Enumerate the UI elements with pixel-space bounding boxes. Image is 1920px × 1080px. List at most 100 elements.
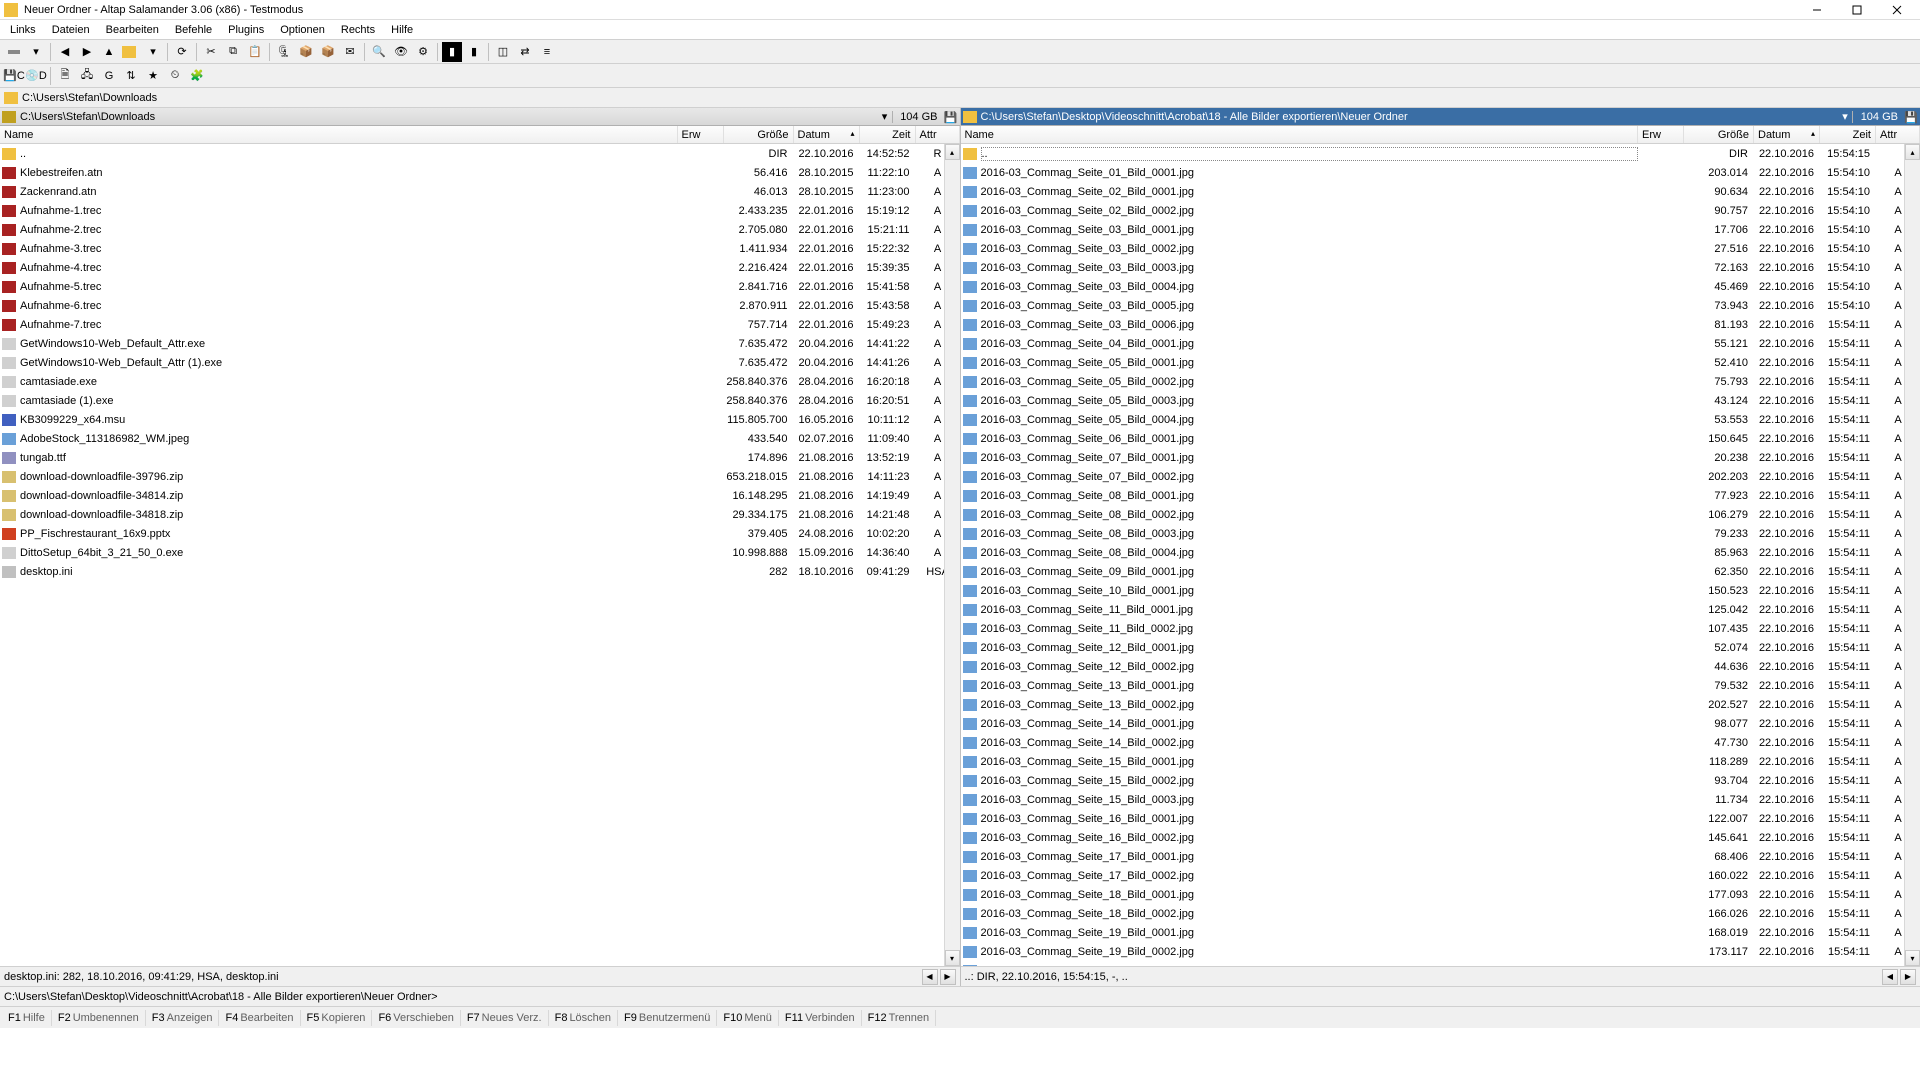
tb-back-icon[interactable]: ◀: [55, 42, 75, 62]
col-attr[interactable]: Attr: [1876, 126, 1920, 143]
menu-rechts[interactable]: Rechts: [333, 22, 383, 38]
col-time[interactable]: Zeit: [1820, 126, 1876, 143]
tb-dropdown2-icon[interactable]: ▾: [143, 42, 163, 62]
left-next-icon[interactable]: ▶: [940, 969, 956, 985]
tb-fav-icon[interactable]: ★: [143, 66, 163, 86]
tb-connect-icon[interactable]: [4, 42, 24, 62]
file-row[interactable]: 2016-03_Commag_Seite_02_Bild_0002.jpg90.…: [961, 201, 1920, 220]
file-row[interactable]: 2016-03_Commag_Seite_03_Bild_0005.jpg73.…: [961, 296, 1920, 315]
tb-ftp-icon[interactable]: ⇅: [121, 66, 141, 86]
col-time[interactable]: Zeit: [860, 126, 916, 143]
right-scrollbar[interactable]: ▴ ▾: [1904, 144, 1920, 966]
file-row[interactable]: Aufnahme-1.trec2.433.23522.01.201615:19:…: [0, 201, 960, 220]
menu-hilfe[interactable]: Hilfe: [383, 22, 421, 38]
fkey-f4[interactable]: F4Bearbeiten: [219, 1010, 300, 1026]
file-row[interactable]: 2016-03_Commag_Seite_09_Bild_0001.jpg62.…: [961, 562, 1920, 581]
file-row[interactable]: download-downloadfile-39796.zip653.218.0…: [0, 467, 960, 486]
tb-extract-icon[interactable]: 📦: [296, 42, 316, 62]
scroll-down-icon[interactable]: ▾: [945, 950, 960, 966]
file-row[interactable]: 2016-03_Commag_Seite_19_Bild_0002.jpg173…: [961, 942, 1920, 961]
file-row[interactable]: download-downloadfile-34818.zip29.334.17…: [0, 505, 960, 524]
file-row[interactable]: Aufnahme-5.trec2.841.71622.01.201615:41:…: [0, 277, 960, 296]
file-row[interactable]: 2016-03_Commag_Seite_15_Bild_0002.jpg93.…: [961, 771, 1920, 790]
col-name[interactable]: Name: [961, 126, 1639, 143]
file-row[interactable]: 2016-03_Commag_Seite_04_Bild_0001.jpg55.…: [961, 334, 1920, 353]
fkey-f10[interactable]: F10Menü: [717, 1010, 779, 1026]
fkey-f2[interactable]: F2Umbenennen: [52, 1010, 146, 1026]
file-row[interactable]: 2016-03_Commag_Seite_12_Bild_0002.jpg44.…: [961, 657, 1920, 676]
tb-cmd-icon[interactable]: ▮: [442, 42, 462, 62]
file-row[interactable]: 2016-03_Commag_Seite_17_Bild_0001.jpg68.…: [961, 847, 1920, 866]
tb-cut-icon[interactable]: ✂: [201, 42, 221, 62]
file-row[interactable]: 2016-03_Commag_Seite_03_Bild_0004.jpg45.…: [961, 277, 1920, 296]
file-row[interactable]: 2016-03_Commag_Seite_19_Bild_0001.jpg168…: [961, 923, 1920, 942]
file-row[interactable]: 2016-03_Commag_Seite_05_Bild_0001.jpg52.…: [961, 353, 1920, 372]
minimize-button[interactable]: [1798, 1, 1836, 19]
tb-up-icon[interactable]: ▲: [99, 42, 119, 62]
col-ext[interactable]: Erw: [678, 126, 724, 143]
file-row[interactable]: 2016-03_Commag_Seite_08_Bild_0002.jpg106…: [961, 505, 1920, 524]
file-row[interactable]: PP_Fischrestaurant_16x9.pptx379.40524.08…: [0, 524, 960, 543]
tb-find-icon[interactable]: 🔍: [369, 42, 389, 62]
left-panel-header[interactable]: C:\Users\Stefan\Downloads ▾ 104 GB 💾: [0, 108, 960, 126]
menu-dateien[interactable]: Dateien: [44, 22, 98, 38]
tb-mail-icon[interactable]: ✉: [340, 42, 360, 62]
fkey-f8[interactable]: F8Löschen: [549, 1010, 618, 1026]
col-ext[interactable]: Erw: [1638, 126, 1684, 143]
file-row[interactable]: 2016-03_Commag_Seite_16_Bild_0001.jpg122…: [961, 809, 1920, 828]
menu-befehle[interactable]: Befehle: [167, 22, 220, 38]
file-row[interactable]: 2016-03_Commag_Seite_03_Bild_0002.jpg27.…: [961, 239, 1920, 258]
file-row[interactable]: 2016-03_Commag_Seite_10_Bild_0001.jpg150…: [961, 581, 1920, 600]
file-row[interactable]: 2016-03_Commag_Seite_11_Bild_0001.jpg125…: [961, 600, 1920, 619]
col-attr[interactable]: Attr: [916, 126, 960, 143]
file-row[interactable]: KB3099229_x64.msu115.805.70016.05.201610…: [0, 410, 960, 429]
file-row[interactable]: 2016-03_Commag_Seite_14_Bild_0001.jpg98.…: [961, 714, 1920, 733]
tb-network-icon[interactable]: 🖧: [77, 66, 97, 86]
file-row[interactable]: 2016-03_Commag_Seite_16_Bild_0002.jpg145…: [961, 828, 1920, 847]
file-row[interactable]: Aufnahme-7.trec757.71422.01.201615:49:23…: [0, 315, 960, 334]
tb-history-icon[interactable]: ⏲: [165, 66, 185, 86]
tb-pack-icon[interactable]: 📦: [318, 42, 338, 62]
file-row[interactable]: Aufnahme-2.trec2.705.08022.01.201615:21:…: [0, 220, 960, 239]
menu-bearbeiten[interactable]: Bearbeiten: [98, 22, 167, 38]
col-date[interactable]: Datum▴: [794, 126, 860, 143]
file-row[interactable]: 2016-03_Commag_Seite_15_Bild_0003.jpg11.…: [961, 790, 1920, 809]
file-row[interactable]: 2016-03_Commag_Seite_11_Bild_0002.jpg107…: [961, 619, 1920, 638]
file-row[interactable]: 2016-03_Commag_Seite_05_Bild_0002.jpg75.…: [961, 372, 1920, 391]
file-row[interactable]: 2016-03_Commag_Seite_13_Bild_0001.jpg79.…: [961, 676, 1920, 695]
tb-doc-icon[interactable]: 🗎: [55, 66, 75, 86]
command-line[interactable]: C:\Users\Stefan\Desktop\Videoschnitt\Acr…: [0, 986, 1920, 1006]
col-date[interactable]: Datum▴: [1754, 126, 1820, 143]
left-prev-icon[interactable]: ◀: [922, 969, 938, 985]
file-row[interactable]: 2016-03_Commag_Seite_18_Bild_0001.jpg177…: [961, 885, 1920, 904]
file-row[interactable]: 2016-03_Commag_Seite_14_Bild_0002.jpg47.…: [961, 733, 1920, 752]
file-row[interactable]: 2016-03_Commag_Seite_02_Bild_0001.jpg90.…: [961, 182, 1920, 201]
fkey-f6[interactable]: F6Verschieben: [372, 1010, 460, 1026]
maximize-button[interactable]: [1838, 1, 1876, 19]
scroll-down-icon[interactable]: ▾: [1905, 950, 1920, 966]
fkey-f7[interactable]: F7Neues Verz.: [461, 1010, 549, 1026]
fkey-f9[interactable]: F9Benutzermenü: [618, 1010, 717, 1026]
tb-split-icon[interactable]: ◫: [493, 42, 513, 62]
tb-swap-icon[interactable]: ⇄: [515, 42, 535, 62]
tb-refresh-icon[interactable]: ⟳: [172, 42, 192, 62]
tb-dropdown-icon[interactable]: ▾: [26, 42, 46, 62]
file-row[interactable]: 2016-03_Commag_Seite_20_Bild_0001.jpg180…: [961, 961, 1920, 966]
file-row[interactable]: 2016-03_Commag_Seite_08_Bild_0004.jpg85.…: [961, 543, 1920, 562]
file-row[interactable]: camtasiade (1).exe258.840.37628.04.20161…: [0, 391, 960, 410]
file-row[interactable]: ..DIR22.10.201615:54:15: [961, 144, 1920, 163]
file-row[interactable]: 2016-03_Commag_Seite_06_Bild_0001.jpg150…: [961, 429, 1920, 448]
file-row[interactable]: 2016-03_Commag_Seite_08_Bild_0003.jpg79.…: [961, 524, 1920, 543]
file-row[interactable]: 2016-03_Commag_Seite_07_Bild_0001.jpg20.…: [961, 448, 1920, 467]
col-size[interactable]: Größe: [1684, 126, 1754, 143]
file-row[interactable]: 2016-03_Commag_Seite_05_Bild_0003.jpg43.…: [961, 391, 1920, 410]
tb-plugin-icon[interactable]: 🧩: [187, 66, 207, 86]
col-size[interactable]: Größe: [724, 126, 794, 143]
file-row[interactable]: 2016-03_Commag_Seite_03_Bild_0006.jpg81.…: [961, 315, 1920, 334]
file-row[interactable]: ..DIR22.10.201614:52:52R: [0, 144, 960, 163]
file-row[interactable]: 2016-03_Commag_Seite_18_Bild_0002.jpg166…: [961, 904, 1920, 923]
scroll-up-icon[interactable]: ▴: [1905, 144, 1920, 160]
file-row[interactable]: download-downloadfile-34814.zip16.148.29…: [0, 486, 960, 505]
menu-plugins[interactable]: Plugins: [220, 22, 272, 38]
menu-optionen[interactable]: Optionen: [272, 22, 333, 38]
